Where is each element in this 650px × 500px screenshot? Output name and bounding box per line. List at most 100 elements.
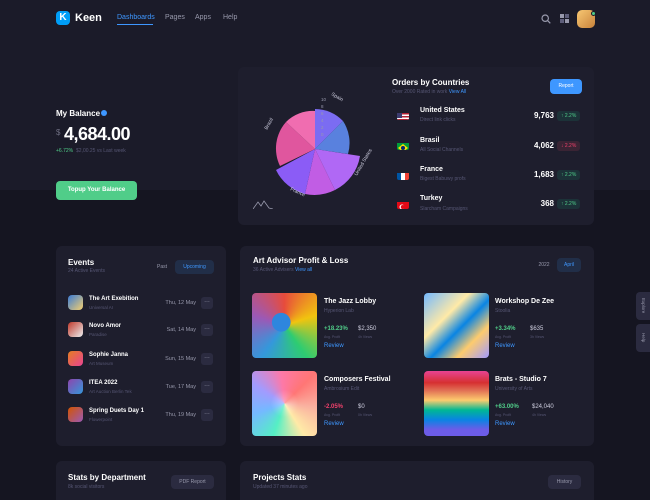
history-button[interactable]: History [548, 475, 581, 489]
orders-view-all-link[interactable]: View All [449, 89, 466, 95]
polar-label-spain: Spain [330, 92, 344, 104]
flag-france-icon [397, 170, 409, 180]
projects-title: Projects Stats [253, 473, 307, 482]
country-sub: Slarcham Campaigns [420, 206, 468, 212]
events-title: Events [68, 258, 95, 267]
orders-title: Orders by Countries [392, 78, 470, 87]
mountain-logo-icon [253, 200, 273, 209]
nav-item-dashboards[interactable]: Dashboards [117, 14, 155, 21]
side-tab-help[interactable]: Help [636, 324, 650, 352]
info-icon[interactable] [101, 110, 107, 116]
side-tab-explore[interactable]: Explore [636, 292, 650, 320]
polar-segments [275, 109, 360, 195]
country-sub: Bigest Babuwy profs [420, 176, 466, 182]
events-subtitle: 24 Active Events [68, 268, 105, 274]
event-more-button[interactable]: … [201, 353, 213, 365]
event-more-button[interactable]: … [201, 381, 213, 393]
art-item-title[interactable]: Workshop De Zee [495, 298, 554, 305]
grid-icon[interactable] [560, 14, 569, 23]
nav-active-underline [117, 24, 153, 25]
art-item-sub: University of Arts [495, 386, 533, 392]
art-item-price-note: 4h Views [532, 413, 547, 417]
projects-subtitle: Updated 37 minutes ago [253, 484, 308, 490]
tab-upcoming[interactable]: Upcoming [175, 260, 214, 274]
nav-item-apps[interactable]: Apps [195, 14, 211, 21]
art-review-link[interactable]: Review [324, 421, 344, 427]
balance-title: My Balance [56, 109, 101, 118]
balance-value: 4,684.00 [64, 124, 131, 144]
art-title: Art Advisor Profit & Loss [253, 256, 349, 265]
art-item-pct: +63.00% [495, 404, 519, 410]
art-image[interactable] [424, 371, 489, 436]
polar-label-brazil: Brazil [264, 117, 275, 131]
art-review-link[interactable]: Review [324, 343, 344, 349]
event-more-button[interactable]: … [201, 297, 213, 309]
trend-badge: ↑ 2.2% [557, 111, 581, 121]
logo-icon[interactable]: K [56, 11, 70, 25]
country-value: 368 [540, 199, 554, 208]
art-item-pct: -2.05% [324, 404, 344, 410]
country-name: Turkey [420, 195, 443, 202]
art-item-title[interactable]: Composers Festival [324, 376, 391, 383]
month-select[interactable]: April [557, 258, 581, 272]
art-item-pct-note: Avg. Profit [324, 413, 341, 417]
art-item-pct-note: Avg. Profit [324, 335, 341, 339]
event-more-button[interactable]: … [201, 409, 213, 421]
event-date: Sat, 14 May [166, 327, 196, 333]
topup-button[interactable]: Topup Your Balance [56, 181, 137, 200]
nav-item-pages[interactable]: Pages [165, 14, 185, 21]
search-icon[interactable] [541, 14, 551, 24]
event-sub: Flowerpoint [89, 417, 113, 422]
country-value: 1,683 [533, 170, 554, 179]
polar-tick-10: 10 [321, 97, 327, 102]
trend-badge: ↑ 2.2% [557, 170, 581, 180]
event-name[interactable]: Spring Duets Day 1 [89, 408, 144, 414]
online-status-dot [591, 11, 596, 16]
event-sub: Art Museum [89, 361, 114, 366]
art-item-price-note: 0h Views [358, 413, 373, 417]
art-item-price: $0 [358, 404, 365, 410]
art-view-all-link[interactable]: View all [295, 267, 312, 273]
art-image[interactable] [252, 371, 317, 436]
art-item-price-note: 4h Views [358, 335, 373, 339]
country-sub: Direct link clicks [420, 117, 456, 123]
event-name[interactable]: Sophie Janna [89, 352, 128, 358]
country-name: United States [420, 107, 465, 114]
art-image[interactable] [252, 293, 317, 358]
polar-area-chart: 10 8 6 4 2 0 Spain United States France … [264, 92, 374, 199]
event-date: Thu, 12 May [165, 300, 196, 306]
art-item-price: $2,350 [358, 326, 377, 332]
year-select[interactable]: 2022 [533, 258, 555, 272]
brand-name[interactable]: Keen [75, 11, 102, 25]
art-item-price: $635 [530, 326, 544, 332]
flag-us-icon [397, 110, 409, 120]
event-name[interactable]: The Art Exebition [89, 296, 138, 302]
event-sub: Paradise [89, 332, 107, 337]
flag-turkey-icon [397, 199, 409, 209]
art-item-pct: +3.34% [495, 326, 516, 332]
pdf-report-button[interactable]: PDF Report [171, 475, 214, 489]
country-value: 9,763 [533, 111, 554, 120]
art-item-price-note: 3h Views [530, 335, 545, 339]
event-name[interactable]: Novo Amor [89, 323, 121, 329]
art-item-sub: Hyperion Lab [324, 308, 354, 314]
stats-subtitle: 8k social visitors [68, 484, 105, 490]
polar-tick-8: 8 [321, 104, 324, 109]
art-subtitle: 36 Active Advisers View all [253, 267, 313, 273]
art-review-link[interactable]: Review [495, 421, 515, 427]
balance-change-note: $2,00.25 vs Last week [76, 148, 126, 154]
art-item-title[interactable]: Brats - Studio 7 [495, 376, 547, 383]
report-button[interactable]: Report [550, 79, 582, 94]
art-item-price: $24,040 [532, 404, 554, 410]
art-item-title[interactable]: The Jazz Lobby [324, 298, 376, 305]
nav-item-help[interactable]: Help [223, 14, 237, 21]
tab-past[interactable]: Past [151, 260, 173, 274]
event-more-button[interactable]: … [201, 324, 213, 336]
event-sub: Art Auction Berlin Tek [89, 389, 132, 394]
event-date: Sun, 15 May [165, 356, 196, 362]
art-item-pct: +18.23% [324, 326, 348, 332]
art-image[interactable] [424, 293, 489, 358]
flag-brazil-icon [397, 140, 409, 150]
event-name[interactable]: ITEA 2022 [89, 380, 117, 386]
art-review-link[interactable]: Review [495, 343, 515, 349]
